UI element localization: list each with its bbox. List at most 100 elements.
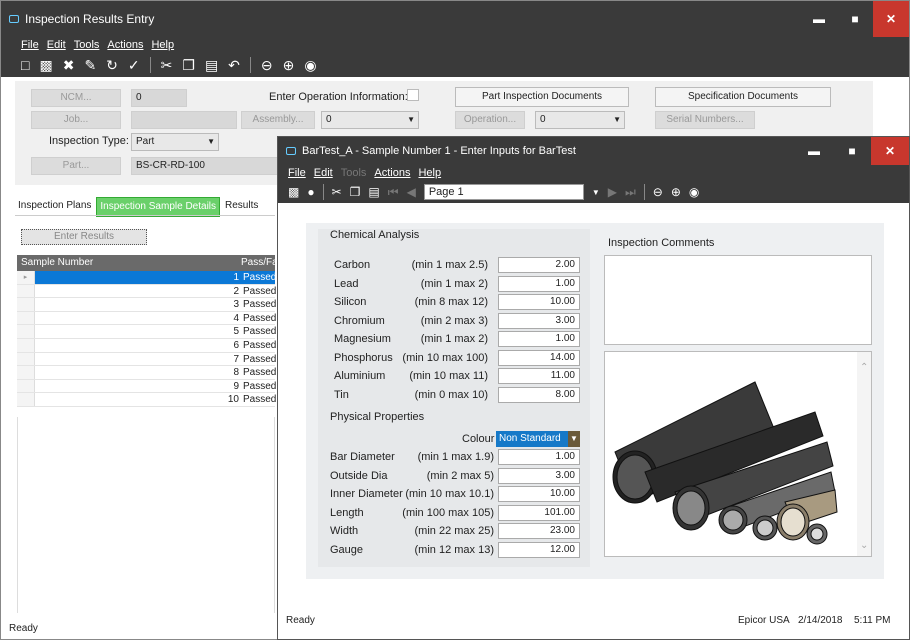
chevron-down-icon[interactable]: ▼ (592, 188, 600, 197)
refresh-icon[interactable]: ↻ (106, 57, 118, 74)
tab-results[interactable]: Results (222, 197, 261, 217)
dialog-maximize-button[interactable]: ■ (833, 137, 871, 165)
attach-icon[interactable]: ✎ (84, 57, 96, 74)
operation-button[interactable]: Operation... (455, 111, 525, 129)
colour-select[interactable]: Non Standard ▼ (496, 431, 580, 447)
table-row[interactable]: ▸ 1 Passed (17, 271, 276, 285)
pass-fail-cell[interactable]: Passed (241, 380, 276, 393)
pass-fail-cell[interactable]: Passed (241, 312, 276, 325)
chemical-value-field[interactable]: 1.00 (498, 275, 580, 292)
sample-number-cell[interactable]: 6 (35, 339, 241, 352)
copy-icon[interactable]: ❐ (182, 57, 195, 74)
minimize-button[interactable]: ▬ (801, 1, 837, 37)
table-row[interactable]: 7 Passed (17, 352, 276, 367)
chemical-value-field[interactable]: 11.00 (498, 368, 580, 384)
menu-help[interactable]: Help (151, 39, 174, 51)
page-select[interactable]: Page 1 (423, 184, 584, 200)
comment-icon[interactable]: ● (307, 185, 314, 199)
table-row[interactable]: 8 Passed (17, 366, 276, 380)
home-icon[interactable]: ◉ (304, 57, 316, 74)
job-field[interactable] (131, 111, 237, 129)
sample-number-cell[interactable]: 10 (35, 393, 241, 406)
sample-number-cell[interactable]: 1 (35, 271, 241, 284)
part-inspection-documents-button[interactable]: Part Inspection Documents (455, 87, 629, 107)
table-row[interactable]: 6 Passed (17, 338, 276, 353)
sample-number-cell[interactable]: 9 (35, 380, 241, 393)
row-selector[interactable] (17, 284, 35, 298)
sample-number-header[interactable]: Sample Number (17, 255, 241, 271)
physical-value-field[interactable]: 12.00 (498, 541, 580, 558)
sample-number-cell[interactable]: 3 (35, 298, 241, 311)
dialog-minimize-button[interactable]: ▬ (795, 137, 833, 165)
pass-fail-cell[interactable]: Passed (241, 366, 276, 379)
back-icon[interactable]: ⊖ (261, 57, 273, 74)
assembly-select[interactable]: 0 ▼ (321, 111, 419, 129)
operation-select[interactable]: 0 ▼ (535, 111, 625, 129)
row-selector[interactable] (17, 311, 35, 325)
pass-fail-cell[interactable]: Passed (241, 325, 276, 338)
first-page-icon[interactable]: ⏮ (388, 185, 399, 200)
row-selector[interactable] (17, 366, 35, 379)
row-selector[interactable]: ▸ (17, 271, 35, 284)
physical-value-field[interactable]: 10.00 (498, 486, 580, 502)
new-icon[interactable]: □ (21, 57, 29, 73)
pass-fail-cell[interactable]: Passed (241, 353, 276, 366)
pass-fail-cell[interactable]: Passed (241, 271, 276, 284)
table-row[interactable]: 10 Passed (17, 393, 276, 407)
enter-operation-checkbox[interactable] (407, 89, 419, 101)
forward-icon[interactable]: ⊕ (283, 57, 295, 74)
ncm-field[interactable]: 0 (131, 89, 187, 107)
maximize-button[interactable]: ■ (837, 1, 873, 37)
pass-fail-cell[interactable]: Passed (241, 285, 276, 298)
save-icon[interactable]: ▩ (39, 57, 52, 74)
pass-fail-cell[interactable]: Passed (241, 393, 276, 406)
row-selector[interactable] (17, 325, 35, 338)
part-button[interactable]: Part... (31, 157, 121, 175)
close-button[interactable]: ✕ (873, 1, 909, 37)
table-row[interactable]: 4 Passed (17, 311, 276, 326)
part-field[interactable]: BS-CR-RD-100 (131, 157, 279, 175)
inspection-comments-field[interactable] (604, 255, 872, 345)
sample-number-cell[interactable]: 4 (35, 312, 241, 325)
pass-fail-header[interactable]: Pass/Fail (241, 255, 282, 271)
row-selector[interactable] (17, 298, 35, 311)
pass-fail-cell[interactable]: Passed (241, 298, 276, 311)
save-icon[interactable]: ▩ (288, 185, 299, 199)
row-selector[interactable] (17, 393, 35, 406)
row-selector[interactable] (17, 338, 35, 352)
physical-value-field[interactable]: 1.00 (498, 449, 580, 465)
back-icon[interactable]: ⊖ (653, 185, 663, 199)
table-row[interactable]: 3 Passed (17, 298, 276, 312)
chemical-value-field[interactable]: 8.00 (498, 386, 580, 403)
ncm-button[interactable]: NCM... (31, 89, 121, 107)
chemical-value-field[interactable]: 14.00 (498, 349, 580, 366)
dialog-close-button[interactable]: ✕ (871, 137, 909, 165)
cut-icon[interactable]: ✂ (332, 185, 342, 199)
chemical-value-field[interactable]: 3.00 (498, 312, 580, 329)
row-selector[interactable] (17, 379, 35, 393)
dialog-menu-help[interactable]: Help (418, 167, 441, 179)
menu-actions[interactable]: Actions (107, 39, 143, 51)
dialog-menu-actions[interactable]: Actions (374, 167, 410, 179)
menu-edit[interactable]: Edit (47, 39, 66, 51)
physical-value-field[interactable]: 23.00 (498, 523, 580, 539)
chemical-value-field[interactable]: 10.00 (498, 294, 580, 310)
physical-value-field[interactable]: 101.00 (498, 504, 580, 521)
tab-inspection-plans[interactable]: Inspection Plans (15, 197, 94, 217)
prev-page-icon[interactable]: ◀ (407, 185, 416, 199)
physical-value-field[interactable]: 3.00 (498, 467, 580, 484)
sample-number-cell[interactable]: 8 (35, 366, 241, 379)
menu-tools[interactable]: Tools (74, 39, 100, 51)
copy-icon[interactable]: ❐ (350, 185, 361, 199)
cut-icon[interactable]: ✂ (161, 57, 173, 74)
table-row[interactable]: 2 Passed (17, 284, 276, 299)
dialog-menu-edit[interactable]: Edit (314, 167, 333, 179)
last-page-icon[interactable]: ⏭ (625, 185, 636, 200)
paste-icon[interactable]: ▤ (368, 185, 379, 199)
clear-icon[interactable]: ✓ (128, 57, 140, 74)
specification-documents-button[interactable]: Specification Documents (655, 87, 831, 107)
undo-icon[interactable]: ↶ (228, 57, 240, 74)
inspection-type-select[interactable]: Part ▼ (131, 133, 219, 151)
table-row[interactable]: 5 Passed (17, 325, 276, 339)
chemical-value-field[interactable]: 2.00 (498, 257, 580, 273)
